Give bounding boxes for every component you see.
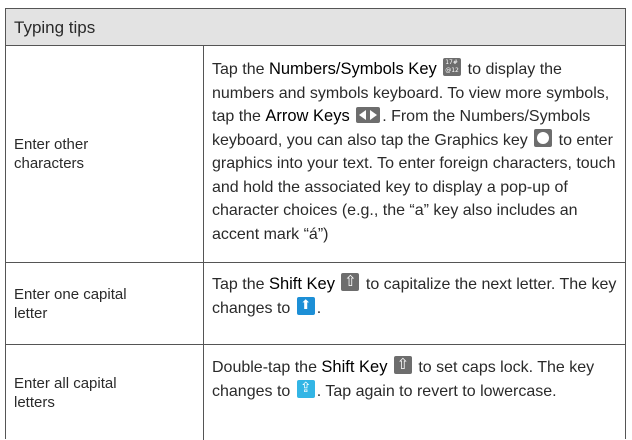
row-description: Tap the Numbers/Symbols Key to display t… xyxy=(204,46,625,262)
shift-active-icon xyxy=(296,296,315,315)
table-row: Enter other characters Tap the Numbers/S… xyxy=(6,46,625,263)
table-row: Enter one capital letter Tap the Shift K… xyxy=(6,263,625,345)
shift-key-icon xyxy=(393,355,412,374)
caps-lock-icon xyxy=(296,379,315,398)
row-description: Double-tap the Shift Key to set caps loc… xyxy=(204,345,625,440)
description-text xyxy=(350,108,354,125)
description-text: Tap the xyxy=(212,61,269,78)
key-name: Numbers/Symbols Key xyxy=(268,60,437,78)
arrow-keys-icon xyxy=(356,107,381,123)
graphics-key-icon xyxy=(534,128,553,147)
row-label: Enter other characters xyxy=(14,136,89,172)
description-text: Double-tap the xyxy=(212,359,322,376)
table-header: Typing tips xyxy=(6,9,625,46)
key-name: Shift Key xyxy=(321,358,388,376)
description-text xyxy=(387,359,391,376)
row-label: Enter all capital letters xyxy=(14,374,117,411)
numbers-symbols-key-icon xyxy=(443,58,462,76)
description-text: Tap the xyxy=(212,276,269,293)
row-label-cell: Enter one capital letter xyxy=(6,263,204,344)
description-text: . Tap again to revert to lowercase. xyxy=(316,382,557,400)
key-name: Shift Key xyxy=(268,275,335,293)
row-label: Enter one capital letter xyxy=(14,285,127,322)
shift-key-icon xyxy=(341,272,360,291)
key-name: Arrow Keys xyxy=(265,107,350,125)
row-label-cell: Enter other characters xyxy=(6,46,204,262)
description-text xyxy=(437,61,441,78)
table-row: Enter all capital letters Double-tap the… xyxy=(6,345,625,440)
description-text xyxy=(335,276,339,293)
description-text: . xyxy=(316,299,322,317)
typing-tips-table: Typing tips Enter other characters Tap t… xyxy=(5,8,626,440)
row-description: Tap the Shift Key to capitalize the next… xyxy=(204,263,625,344)
row-label-cell: Enter all capital letters xyxy=(6,345,204,440)
